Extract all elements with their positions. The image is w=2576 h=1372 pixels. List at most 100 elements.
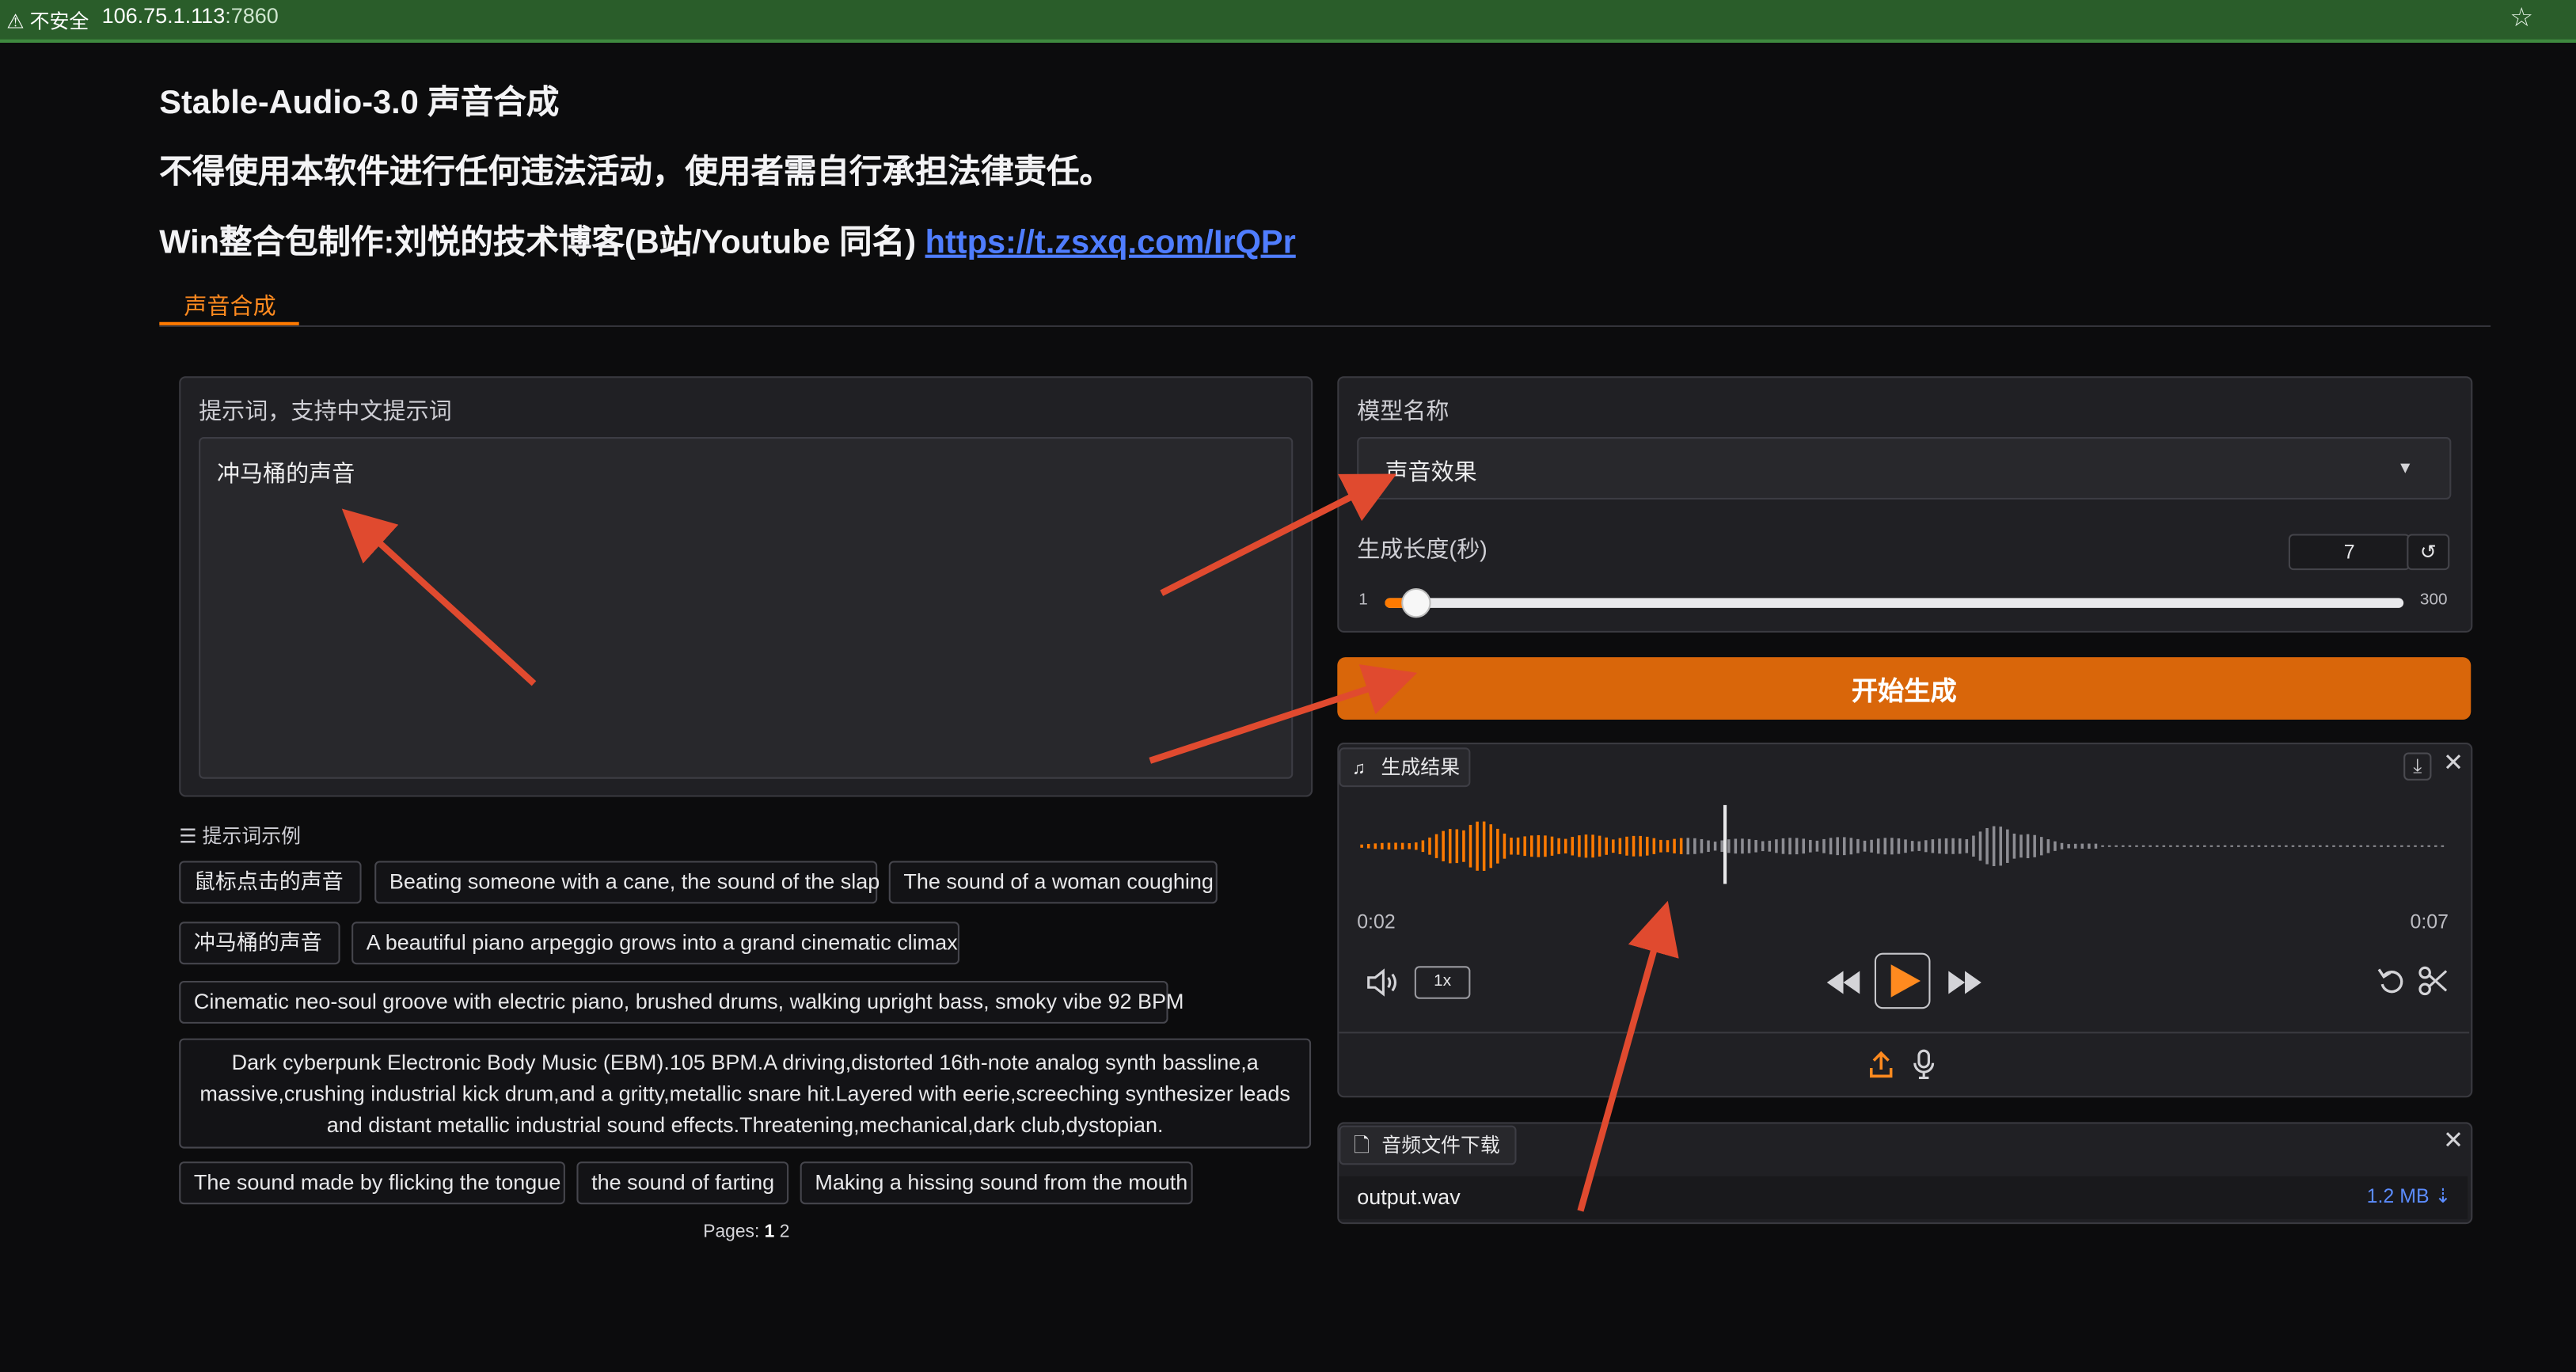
duration-label: 生成长度(秒) [1357,535,1487,562]
waveform-bar [1741,838,1744,854]
settings-panel: 模型名称 声音效果 ▼ 生成长度(秒) 7 ↺ 1 300 [1337,376,2473,633]
examples-pagination: Pages: 1 2 [703,1222,790,1242]
page-1-link[interactable]: 1 [765,1222,775,1242]
waveform-bar [2366,845,2369,847]
audio-waveform[interactable] [1357,805,2451,887]
waveform-bar [1394,842,1397,850]
waveform-bar [1476,821,1479,871]
waveform-bar [2257,845,2261,847]
example-chip[interactable]: Making a hissing sound from the mouth [800,1161,1193,1205]
model-value: 声音效果 [1385,458,1477,485]
example-chip[interactable]: The sound made by flicking the tongue [179,1161,565,1205]
waveform-bar [1897,838,1901,854]
waveform-bar [1754,839,1757,853]
audio-result-panel [1337,743,2473,1098]
example-chip[interactable]: 冲马桶的声音 [179,922,340,965]
url-text[interactable]: 106.75.1.113:7860 [102,3,279,28]
browser-address-bar[interactable]: ⚠ 不安全 106.75.1.113:7860 ☆ [0,0,2576,43]
waveform-bar [1400,842,1404,849]
waveform-bar [1747,838,1751,853]
close-icon[interactable]: ✕ [2443,751,2464,775]
waveform-bar [1360,844,1363,848]
waveform-bar [1442,830,1445,861]
waveform-bar [1373,843,1377,849]
waveform-bar [1666,840,1670,853]
file-row[interactable]: output.wav 1.2 MB ⇣ [1339,1176,2468,1219]
example-chip[interactable]: Beating someone with a cane, the sound o… [374,861,880,904]
waveform-bar [1809,839,1812,853]
waveform-bar [2393,845,2397,847]
microphone-icon[interactable] [1911,1048,1937,1081]
waveform-bar [1523,836,1526,857]
tab-divider [159,325,2491,327]
waveform-bar [2067,844,2070,849]
waveform-bar [2380,845,2383,847]
waveform-bar [2339,845,2342,847]
prompt-label: 提示词，支持中文提示词 [199,397,452,424]
waveform-bar [1408,843,1411,849]
duration-slider-thumb[interactable] [1401,587,1431,618]
waveform-bar [1366,843,1370,849]
file-size-download-link[interactable]: 1.2 MB ⇣ [2367,1184,2452,1207]
waveform-bar [2264,845,2267,847]
waveform-bar [1829,838,1833,855]
waveform-bar [2122,845,2125,847]
waveform-bar [1951,838,1955,854]
waveform-bar [1578,835,1581,857]
example-chip[interactable]: Dark cyberpunk Electronic Body Music (EB… [179,1038,1312,1149]
waveform-bar [1544,835,1547,857]
waveform-bar [1618,838,1622,854]
reset-icon[interactable]: ↺ [2407,534,2450,571]
waveform-bar [2040,837,2043,856]
trim-scissors-icon[interactable] [2417,964,2450,998]
example-chip[interactable]: 鼠标点击的声音 [179,861,362,904]
waveform-bar [1381,842,1384,849]
page-2-link[interactable]: 2 [780,1222,790,1242]
undo-icon[interactable] [2376,964,2409,998]
waveform-bar [2033,834,2036,857]
examples-header: ☰ 提示词示例 [179,824,302,848]
close-icon[interactable]: ✕ [2443,1129,2464,1153]
playback-rate-button[interactable]: 1x [1414,966,1471,999]
skip-backward-icon[interactable] [1824,967,1864,997]
waveform-bar [1700,838,1704,853]
waveform-bar [1462,830,1465,862]
model-select[interactable]: 声音效果 ▼ [1357,437,2452,500]
download-icon[interactable]: ⤓ [2403,752,2432,781]
play-button[interactable] [1874,952,1931,1009]
waveform-bar [1910,841,1914,852]
bookmark-star-icon[interactable]: ☆ [2510,2,2533,35]
waveform-bar [2407,845,2411,847]
prompt-textarea[interactable]: 冲马桶的声音 [199,437,1294,779]
waveform-bar [1557,838,1560,854]
waveform-bar [1563,838,1567,853]
generate-button[interactable]: 开始生成 [1337,657,2472,720]
waveform-bar [1985,827,1989,865]
duration-number-input[interactable]: 7 [2288,534,2411,571]
credit-link[interactable]: https://t.zsxq.com/IrQPr [925,225,1296,261]
file-name[interactable]: output.wav [1357,1184,1460,1209]
example-chip[interactable]: A beautiful piano arpeggio grows into a … [351,922,959,965]
waveform-bar [2434,845,2437,847]
waveform-bar [2060,842,2064,849]
waveform-bar [1992,826,1996,867]
duration-slider-track[interactable] [1385,598,2404,608]
credit-heading: Win整合包制作:刘悦的技术博客(B站/Youtube 同名) https://… [159,225,1296,261]
waveform-bar [1870,839,1873,853]
waveform-bar [1639,835,1642,857]
upload-icon[interactable] [1868,1050,1894,1079]
insecure-warning: ⚠ 不安全 [6,10,89,33]
example-chip[interactable]: the sound of farting [576,1161,789,1205]
waveform-bar [1496,828,1499,864]
waveform-bar [2400,845,2403,847]
skip-forward-icon[interactable] [1945,967,1985,997]
example-chip[interactable]: Cinematic neo-soul groove with electric … [179,980,1184,1024]
waveform-bar [2386,845,2390,847]
volume-icon[interactable] [1366,967,1402,997]
waveform-bar [1448,829,1452,864]
example-chip[interactable]: The sound of a woman coughing [888,861,1218,904]
waveform-bar [1510,838,1513,855]
waveform-bar [1856,838,1860,853]
waveform-bar [1965,839,1969,853]
tab-sound-synthesis[interactable]: 声音合成 [184,289,275,322]
